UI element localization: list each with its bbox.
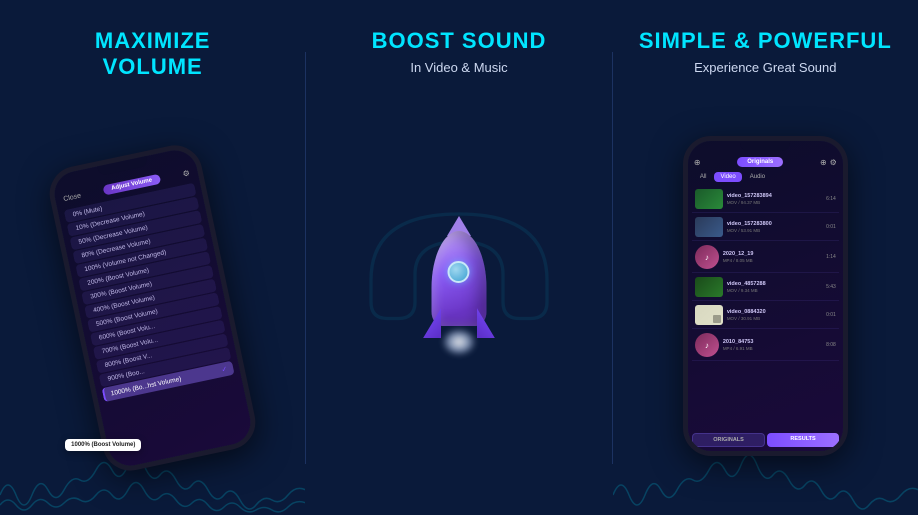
tab-all[interactable]: All	[694, 172, 713, 182]
media-meta-3: MP4 / 8.05 MB	[723, 258, 822, 263]
media-thumb-6: ♪	[695, 333, 719, 357]
panel-boost-sound: BOOST SOUND In Video & Music	[306, 0, 611, 515]
tooltip-badge: 1000% (Boost Volume)	[65, 439, 141, 451]
tab-audio[interactable]: Audio	[744, 172, 771, 182]
media-info-3: 2020_12_19 MP4 / 8.05 MB	[723, 251, 822, 263]
rocket-window	[448, 261, 470, 283]
media-name-1: video_157283894	[727, 193, 822, 199]
media-duration-1: 6:14	[826, 196, 836, 202]
results-button[interactable]: RESULTS	[767, 433, 839, 447]
search-icon[interactable]: ⊕	[820, 158, 827, 167]
video-overlay	[713, 315, 721, 323]
audio-icon: ♪	[705, 253, 709, 262]
audio-icon-2: ♪	[705, 341, 709, 350]
tab-video[interactable]: Video	[714, 172, 741, 182]
tab-bar: All Video Audio	[688, 170, 843, 185]
gear-icon-3[interactable]: ⚙	[830, 158, 837, 167]
panel3-phone-wrapper: ⊕ Originals ⊕ ⚙ All Video Audio	[683, 93, 848, 499]
media-duration-6: 8:08	[826, 342, 836, 348]
gear-icon-1[interactable]: ⚙	[182, 168, 191, 178]
media-meta-4: MOV / 9.34 MB	[727, 288, 822, 293]
media-info-2: video_157283800 MOV / 53.91 MB	[727, 221, 822, 233]
panel-maximize-volume: MAXIMIZE VOLUME Close Adjust Volume ⚙ 0%…	[0, 0, 305, 515]
media-duration-5: 0:01	[826, 312, 836, 318]
plus-icon[interactable]: ⊕	[694, 158, 701, 167]
phone3-topbar: ⊕ Originals ⊕ ⚙	[688, 155, 843, 170]
rocket-illustration	[409, 216, 509, 356]
media-item[interactable]: video_157283800 MOV / 53.91 MB 0:01	[692, 214, 839, 241]
media-thumb-5	[695, 305, 723, 325]
rocket-container	[409, 93, 509, 499]
media-item[interactable]: ♪ 2020_12_19 MP4 / 8.05 MB 1:14	[692, 242, 839, 273]
media-name-4: video_4857288	[727, 281, 822, 287]
media-item[interactable]: ♪ 2010_84753 MP4 / 6.91 MB 8:08	[692, 330, 839, 361]
media-item[interactable]: video_157283894 MOV / 94.37 MB 6:14	[692, 186, 839, 213]
close-label: Close	[63, 192, 82, 203]
phone3-bottom-bar: ORIGINALS RESULTS	[688, 430, 843, 451]
media-meta-6: MP4 / 6.91 MB	[723, 346, 822, 351]
media-info-6: 2010_84753 MP4 / 6.91 MB	[723, 339, 822, 351]
panel2-title: BOOST SOUND	[372, 28, 547, 54]
media-thumb-1	[695, 189, 723, 209]
phone-screen-1: Close Adjust Volume ⚙ 0% (Mute) 10% (Dec…	[51, 146, 255, 470]
phone-mockup-1: Close Adjust Volume ⚙ 0% (Mute) 10% (Dec…	[45, 140, 261, 475]
media-item[interactable]: video_0884320 MOV / 30.91 MB 0:01	[692, 302, 839, 329]
media-name-5: video_0884320	[727, 309, 822, 315]
rocket-exhaust	[441, 328, 476, 356]
originals-pill[interactable]: Originals	[737, 157, 783, 167]
panel1-title: MAXIMIZE VOLUME	[95, 28, 211, 81]
checkmark-icon: ✓	[221, 365, 228, 374]
media-meta-1: MOV / 94.37 MB	[727, 200, 822, 205]
media-meta-5: MOV / 30.91 MB	[727, 316, 822, 321]
volume-list: 0% (Mute) 10% (Decrease Volume) 50% (Dec…	[58, 179, 255, 469]
media-name-6: 2010_84753	[723, 339, 822, 345]
panel1-phone-wrapper: Close Adjust Volume ⚙ 0% (Mute) 10% (Dec…	[75, 87, 230, 499]
panel3-subtitle: Experience Great Sound	[694, 60, 836, 75]
media-thumb-3: ♪	[695, 245, 719, 269]
media-list: video_157283894 MOV / 94.37 MB 6:14 vide…	[688, 185, 843, 430]
media-thumb-4	[695, 277, 723, 297]
media-info-4: video_4857288 MOV / 9.34 MB	[727, 281, 822, 293]
panel2-subtitle: In Video & Music	[410, 60, 507, 75]
panel-simple-powerful: SIMPLE & POWERFUL Experience Great Sound…	[613, 0, 918, 515]
media-info-1: video_157283894 MOV / 94.37 MB	[727, 193, 822, 205]
media-info-5: video_0884320 MOV / 30.91 MB	[727, 309, 822, 321]
panel3-title: SIMPLE & POWERFUL	[639, 28, 892, 54]
media-name-2: video_157283800	[727, 221, 822, 227]
phone-screen-3: ⊕ Originals ⊕ ⚙ All Video Audio	[688, 141, 843, 451]
media-duration-2: 0:01	[826, 224, 836, 230]
media-thumb-2	[695, 217, 723, 237]
media-duration-3: 1:14	[826, 254, 836, 260]
originals-button[interactable]: ORIGINALS	[692, 433, 766, 447]
media-item[interactable]: video_4857288 MOV / 9.34 MB 5:43	[692, 274, 839, 301]
media-name-3: 2020_12_19	[723, 251, 822, 257]
phone-notch-3	[740, 141, 790, 151]
phone-mockup-3: ⊕ Originals ⊕ ⚙ All Video Audio	[683, 136, 848, 456]
media-meta-2: MOV / 53.91 MB	[727, 228, 822, 233]
media-duration-4: 5:43	[826, 284, 836, 290]
